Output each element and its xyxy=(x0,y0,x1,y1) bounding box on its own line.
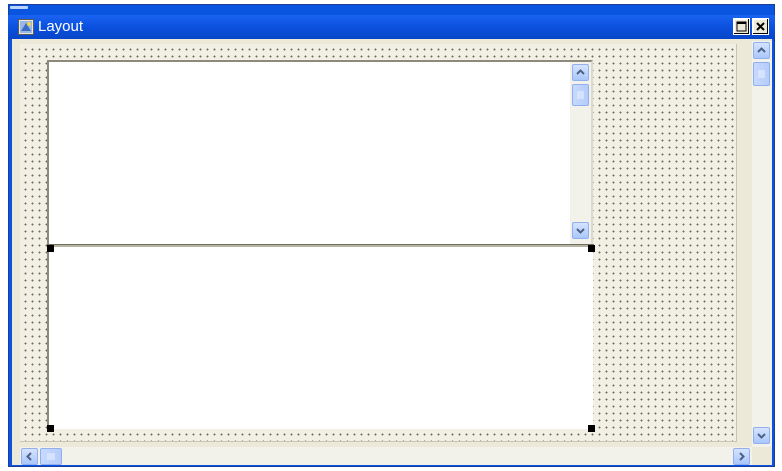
selection-handle-bottom-right[interactable] xyxy=(588,425,595,432)
maximize-icon xyxy=(736,21,747,32)
chevron-down-icon xyxy=(757,433,766,439)
window-scroll-right-button[interactable] xyxy=(733,448,750,465)
frame-highlight xyxy=(10,6,28,9)
chevron-down-icon xyxy=(576,228,585,234)
scrollbar-corner xyxy=(752,447,772,465)
chevron-left-icon xyxy=(26,452,32,461)
window-hscroll-thumb[interactable] xyxy=(40,448,62,465)
panel-scroll-thumb[interactable] xyxy=(572,84,589,106)
selection-handle-top-left[interactable] xyxy=(47,245,54,252)
window-scroll-up-button[interactable] xyxy=(753,42,770,59)
selection-handle-bottom-left[interactable] xyxy=(47,425,54,432)
panel-scroll-up-button[interactable] xyxy=(572,64,589,81)
window-title: Layout xyxy=(38,18,84,35)
window-scroll-left-button[interactable] xyxy=(21,448,38,465)
window-scroll-thumb[interactable] xyxy=(753,62,770,86)
layout-panel-top[interactable] xyxy=(47,60,593,246)
layout-app-icon[interactable] xyxy=(18,19,34,35)
close-button[interactable] xyxy=(752,18,769,35)
maximize-button[interactable] xyxy=(733,18,750,35)
grip-lines-icon xyxy=(47,453,55,460)
panel-scroll-down-button[interactable] xyxy=(572,222,589,239)
grip-lines-icon xyxy=(758,70,765,78)
title-bar[interactable]: Layout xyxy=(8,15,775,39)
window-horizontal-scrollbar[interactable] xyxy=(20,447,752,465)
selection-handle-top-right[interactable] xyxy=(588,245,595,252)
window-vertical-scrollbar[interactable] xyxy=(752,41,772,447)
chevron-up-icon xyxy=(757,47,766,53)
window-scroll-down-button[interactable] xyxy=(753,427,770,444)
grip-lines-icon xyxy=(577,91,584,99)
chevron-up-icon xyxy=(576,69,585,75)
layout-panel-bottom[interactable] xyxy=(47,248,593,429)
close-icon xyxy=(756,22,765,31)
chevron-right-icon xyxy=(739,452,745,461)
panel-top-scrollbar[interactable] xyxy=(570,62,591,244)
